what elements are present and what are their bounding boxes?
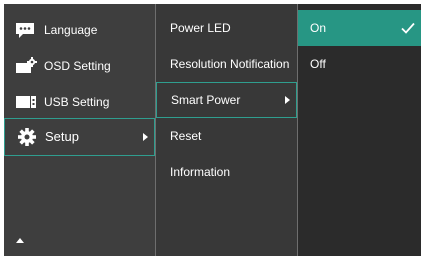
main-menu-label: Setup xyxy=(45,129,79,144)
setup-item-label: Reset xyxy=(170,129,202,143)
option-label: On xyxy=(310,21,327,35)
setup-item-label: Resolution Notification xyxy=(170,57,290,71)
setup-item-label: Power LED xyxy=(170,21,231,35)
main-menu-item-language[interactable]: Language xyxy=(4,12,155,48)
checkmark-icon xyxy=(401,22,415,34)
option-off[interactable]: Off xyxy=(298,46,421,82)
chevron-right-icon xyxy=(285,96,290,104)
osd-menu: Language OSD Setting USB Setting Setup P… xyxy=(4,4,421,256)
main-menu-label: Language xyxy=(44,23,98,37)
chevron-right-icon xyxy=(143,133,148,141)
language-icon xyxy=(14,20,38,40)
main-menu-item-setup[interactable]: Setup xyxy=(4,118,155,156)
usb-setting-icon xyxy=(14,92,38,112)
scroll-up-icon[interactable] xyxy=(16,238,24,243)
gear-icon xyxy=(15,127,39,147)
main-menu-label: USB Setting xyxy=(44,95,110,109)
setup-item-smart-power[interactable]: Smart Power xyxy=(156,82,297,118)
main-menu-item-osd-setting[interactable]: OSD Setting xyxy=(4,48,155,84)
main-menu-item-usb-setting[interactable]: USB Setting xyxy=(4,84,155,120)
smart-power-options: On Off xyxy=(298,4,421,256)
setup-item-label: Information xyxy=(170,165,231,179)
osd-setting-icon xyxy=(14,56,38,76)
main-menu-label: OSD Setting xyxy=(44,59,111,73)
option-on[interactable]: On xyxy=(298,10,421,46)
main-menu: Language OSD Setting USB Setting Setup xyxy=(4,4,155,256)
option-label: Off xyxy=(310,57,326,71)
setup-item-reset[interactable]: Reset xyxy=(156,118,297,154)
setup-submenu: Power LED Resolution Notification Smart … xyxy=(156,4,297,256)
setup-item-information[interactable]: Information xyxy=(156,154,297,190)
setup-item-power-led[interactable]: Power LED xyxy=(156,10,297,46)
setup-item-resolution-notification[interactable]: Resolution Notification xyxy=(156,46,297,82)
setup-item-label: Smart Power xyxy=(171,93,241,107)
